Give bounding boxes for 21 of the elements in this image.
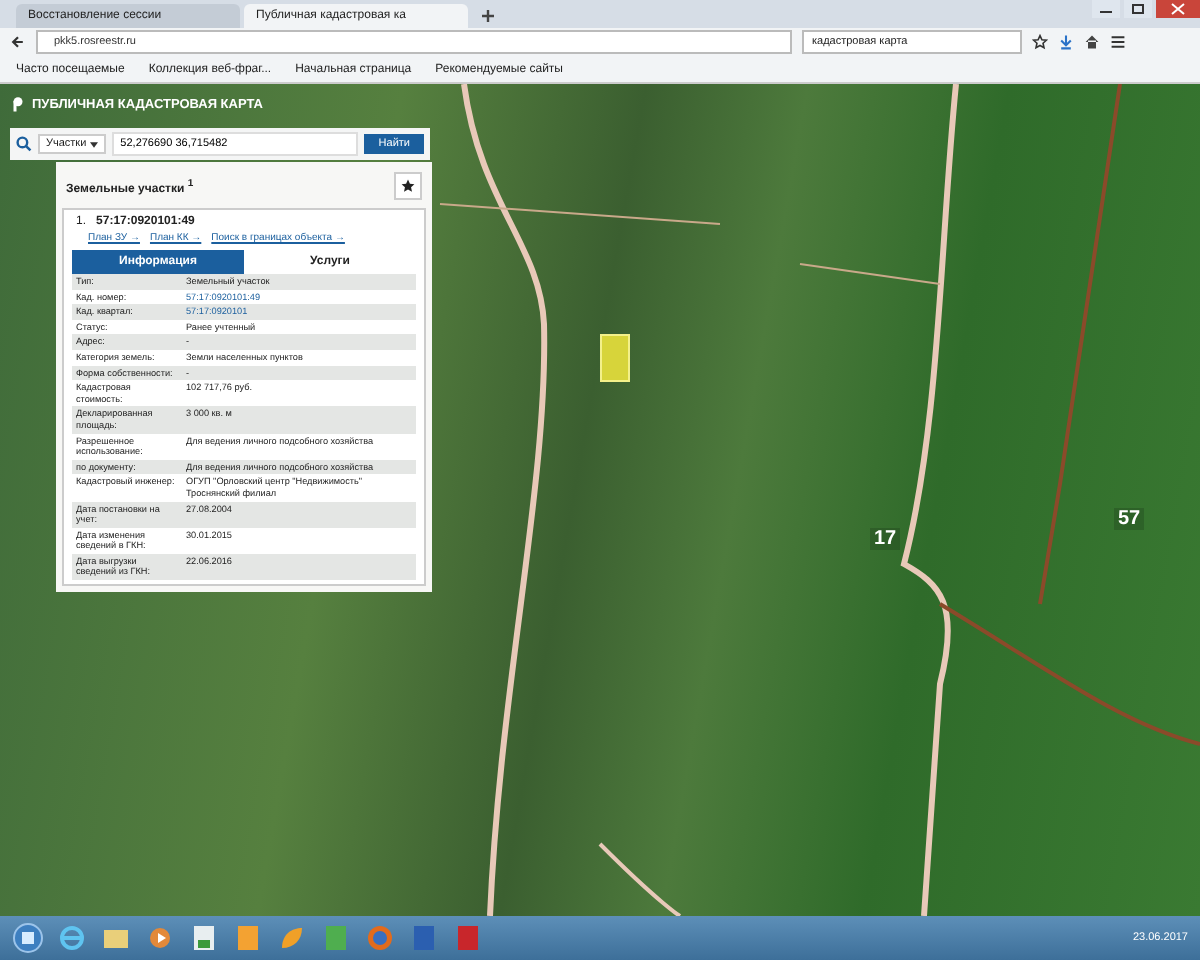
search-icon[interactable] — [16, 136, 32, 152]
star-icon[interactable] — [1032, 34, 1048, 50]
map-label: 17 — [870, 528, 901, 550]
start-icon[interactable] — [12, 922, 44, 954]
pin-icon — [12, 96, 24, 112]
map-label: 57 — [1114, 508, 1145, 530]
close-icon[interactable] — [1156, 0, 1200, 18]
home-icon[interactable] — [1084, 34, 1100, 50]
menu-icon[interactable] — [1110, 34, 1126, 50]
back-icon[interactable] — [10, 34, 26, 50]
star-icon — [400, 178, 416, 194]
satellite-map[interactable] — [0, 84, 1200, 916]
new-tab-icon[interactable] — [480, 8, 496, 24]
star-button[interactable] — [394, 172, 422, 200]
document-icon[interactable] — [188, 922, 220, 954]
maximize-icon[interactable] — [1124, 0, 1152, 18]
browser-e-icon[interactable] — [56, 922, 88, 954]
minimize-icon[interactable] — [1092, 0, 1120, 18]
download-icon[interactable] — [1058, 34, 1074, 50]
play-icon[interactable] — [144, 922, 176, 954]
caret-icon — [90, 141, 99, 147]
